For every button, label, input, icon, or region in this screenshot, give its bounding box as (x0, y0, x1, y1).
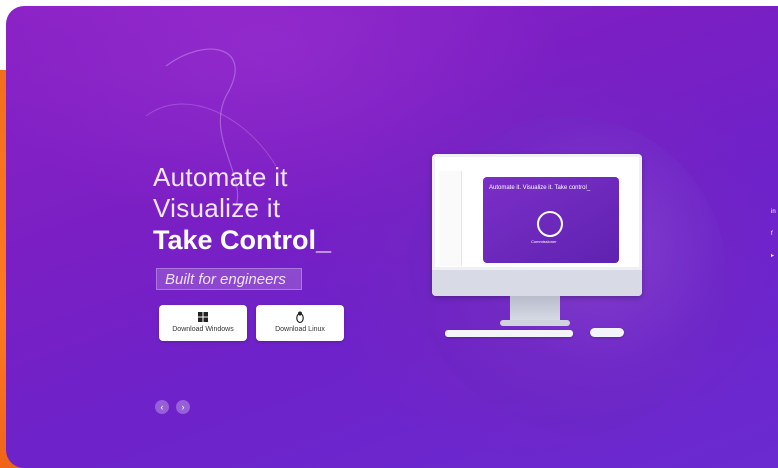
download-windows-button[interactable]: Download Windows (159, 305, 247, 341)
screen-sidebar (439, 171, 462, 266)
headline-line-2: Visualize it (153, 193, 281, 223)
youtube-icon[interactable]: ▸ (771, 253, 778, 260)
windows-icon (198, 312, 208, 322)
hero-headline: Automate it Visualize it Take Control_ (153, 162, 331, 257)
screen-logo-icon (537, 211, 563, 237)
monitor-foot (500, 320, 570, 326)
download-linux-button[interactable]: Download Linux (256, 305, 344, 341)
facebook-icon[interactable]: f (771, 231, 778, 238)
linkedin-icon[interactable]: in (771, 209, 778, 216)
headline-line-1: Automate it (153, 162, 288, 192)
headline-line-3: Take Control_ (153, 225, 332, 255)
keyboard-illustration (445, 330, 573, 337)
mouse-illustration (590, 328, 624, 337)
linux-icon (296, 311, 304, 324)
download-linux-label: Download Linux (275, 326, 325, 333)
monitor-stand (510, 296, 560, 322)
screen-title: Automate it. Visualize it. Take control_ (489, 185, 591, 191)
screen-brand: Commissioner (531, 239, 557, 244)
monitor-screen: Automate it. Visualize it. Take control_… (435, 157, 639, 267)
carousel-prev-button[interactable]: ‹ (155, 400, 169, 414)
carousel-next-button[interactable]: › (176, 400, 190, 414)
screen-hero-card: Automate it. Visualize it. Take control_… (483, 177, 619, 263)
monitor-chin (432, 270, 642, 296)
tagline-badge: Built for engineers (156, 268, 302, 290)
download-windows-label: Download Windows (172, 326, 234, 333)
hero-banner (6, 6, 778, 468)
monitor-illustration: Automate it. Visualize it. Take control_… (432, 154, 642, 296)
